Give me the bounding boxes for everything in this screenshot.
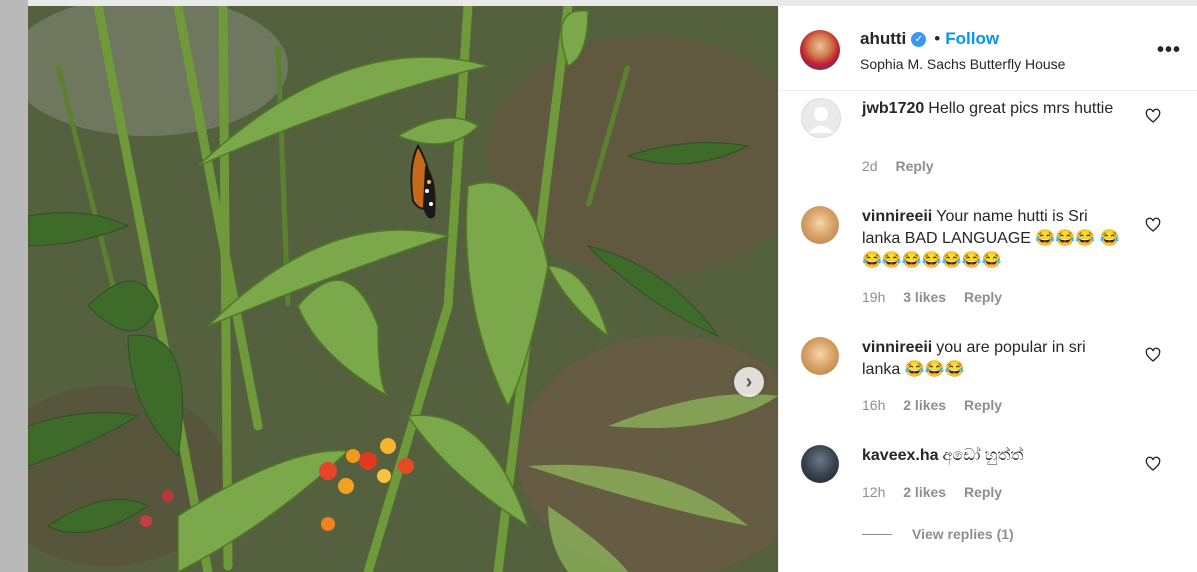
reply-button[interactable]: Reply bbox=[964, 484, 1002, 500]
like-heart-icon[interactable] bbox=[1145, 347, 1161, 363]
post-username[interactable]: ahutti bbox=[860, 29, 906, 49]
separator-dot: • bbox=[934, 29, 941, 48]
post-header: ahutti ✓ • Follow Sophia M. Sachs Butter… bbox=[779, 6, 1197, 91]
comment-text: Hello great pics mrs huttie bbox=[928, 100, 1114, 117]
comment-avatar[interactable] bbox=[801, 337, 839, 375]
comments-panel: ahutti ✓ • Follow Sophia M. Sachs Butter… bbox=[778, 6, 1197, 572]
like-heart-icon[interactable] bbox=[1145, 456, 1161, 472]
like-heart-icon[interactable] bbox=[1145, 217, 1161, 233]
avatar[interactable] bbox=[800, 30, 840, 70]
comment-likes[interactable]: 2 likes bbox=[903, 397, 946, 413]
comment-username[interactable]: vinnireeii bbox=[862, 339, 932, 356]
comment-time[interactable]: 19h bbox=[862, 289, 885, 305]
comment-likes[interactable]: 3 likes bbox=[903, 289, 946, 305]
reply-button[interactable]: Reply bbox=[895, 158, 933, 174]
comment-text-block: kaveex.ha අඩෝ හුත්ත් bbox=[862, 445, 1127, 467]
default-user-icon bbox=[808, 107, 834, 133]
comment-meta: 16h 2 likes Reply bbox=[862, 397, 1016, 413]
comment-username[interactable]: kaveex.ha bbox=[862, 447, 939, 464]
like-heart-icon[interactable] bbox=[1145, 108, 1161, 124]
plant-photo-illustration bbox=[28, 6, 778, 572]
next-image-button[interactable]: › bbox=[734, 367, 764, 397]
verified-badge-icon: ✓ bbox=[911, 31, 927, 47]
reply-button[interactable]: Reply bbox=[964, 289, 1002, 305]
post-location[interactable]: Sophia M. Sachs Butterfly House bbox=[860, 56, 1065, 72]
comment-avatar[interactable] bbox=[801, 445, 839, 483]
comment-text-block: jwb1720 Hello great pics mrs huttie bbox=[862, 98, 1127, 120]
comment-likes[interactable]: 2 likes bbox=[903, 484, 946, 500]
chevron-right-icon: › bbox=[745, 370, 753, 393]
comment-time[interactable]: 16h bbox=[862, 397, 885, 413]
modal-backdrop[interactable] bbox=[0, 0, 28, 572]
view-replies-label: View replies (1) bbox=[912, 526, 1014, 542]
comment-text: අඩෝ හුත්ත් bbox=[942, 447, 1024, 464]
comment-time[interactable]: 2d bbox=[862, 158, 878, 174]
comment-time[interactable]: 12h bbox=[862, 484, 885, 500]
header-user-line: ahutti ✓ • Follow bbox=[860, 29, 999, 49]
comment-avatar[interactable] bbox=[801, 98, 841, 138]
view-replies-button[interactable]: View replies (1) bbox=[862, 526, 1014, 542]
comment-meta: 12h 2 likes Reply bbox=[862, 484, 1016, 500]
comment-text-block: vinnireeii Your name hutti is Sri lanka B… bbox=[862, 206, 1127, 272]
reply-divider-line bbox=[862, 533, 892, 535]
comment-text-block: vinnireeii you are popular in sri lanka 😂… bbox=[862, 337, 1127, 381]
reply-button[interactable]: Reply bbox=[964, 397, 1002, 413]
follow-button[interactable]: Follow bbox=[945, 29, 999, 49]
more-options-icon[interactable]: ••• bbox=[1157, 39, 1181, 62]
comment-meta: 19h 3 likes Reply bbox=[862, 289, 1016, 305]
comment-avatar[interactable] bbox=[801, 206, 839, 244]
comment-username[interactable]: jwb1720 bbox=[862, 100, 924, 117]
comment-meta: 2d Reply bbox=[862, 158, 948, 174]
comment-username[interactable]: vinnireeii bbox=[862, 208, 932, 225]
post-image[interactable]: › bbox=[28, 6, 778, 572]
